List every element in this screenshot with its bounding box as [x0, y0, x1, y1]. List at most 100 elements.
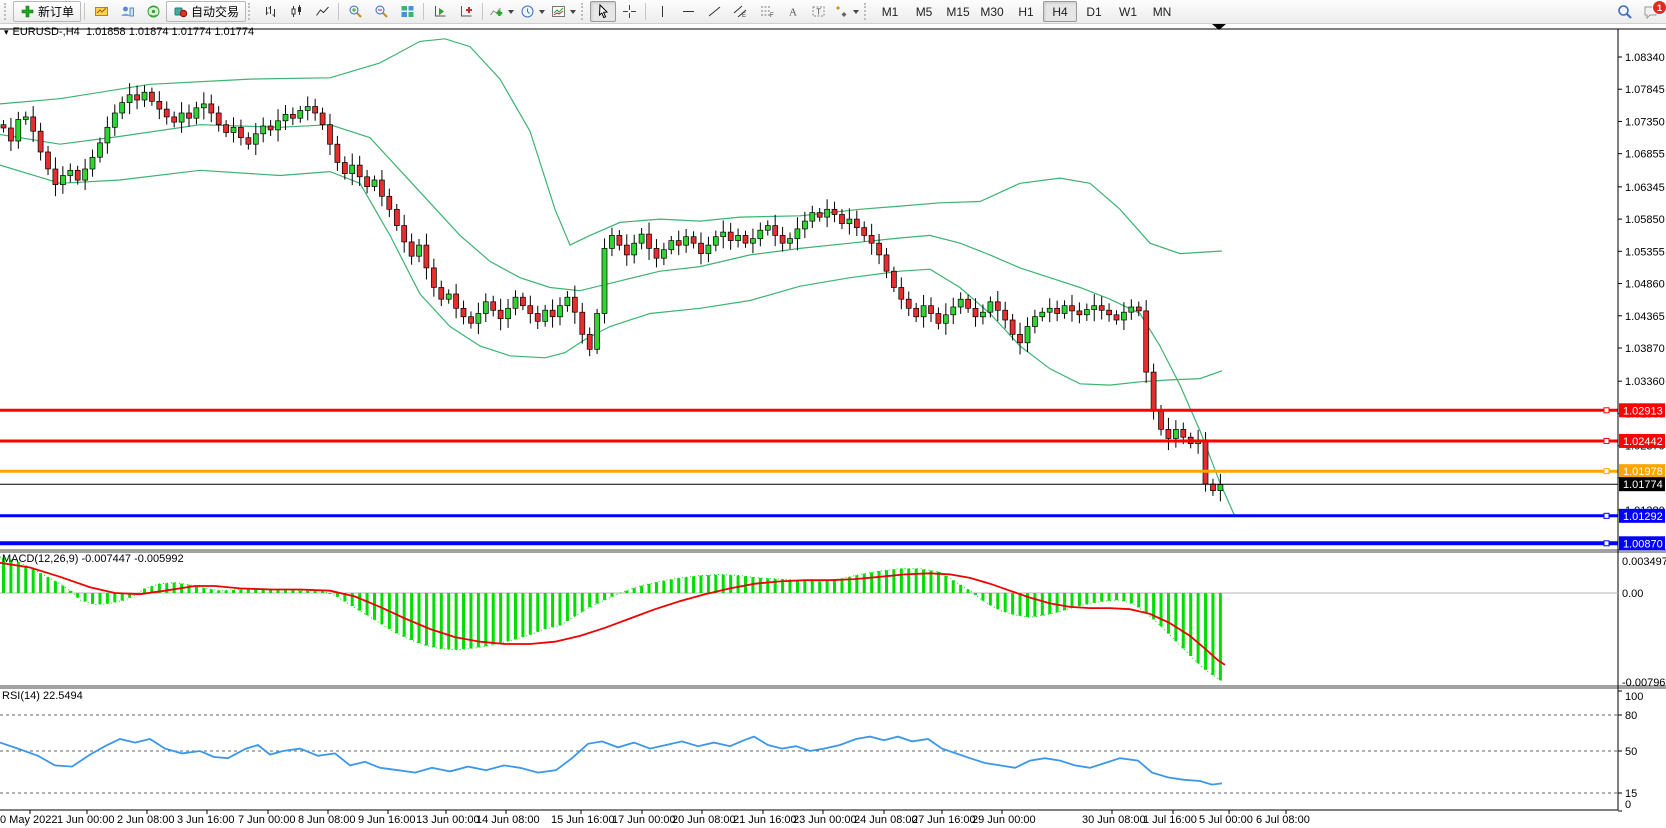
horizontal-line-button[interactable]: [675, 1, 701, 22]
chart-shift-button[interactable]: [453, 1, 479, 22]
dropdown-caret-icon: [570, 10, 576, 14]
svg-text:23 Jun 00:00: 23 Jun 00:00: [793, 814, 857, 826]
mt4-window: { "toolbar":{ "new_order_label":"新订单", "…: [0, 0, 1666, 828]
svg-text:20 Jun 08:00: 20 Jun 08:00: [672, 814, 736, 826]
new-order-button[interactable]: 新订单: [13, 1, 81, 22]
fibonacci-button[interactable]: F: [753, 1, 779, 22]
vertical-line-icon: [655, 4, 670, 19]
toolbar-grip[interactable]: [864, 3, 869, 20]
timeframe-button-h1[interactable]: H1: [1009, 1, 1043, 22]
crosshair-icon: [622, 4, 637, 19]
auto-scroll-button[interactable]: [427, 1, 453, 22]
indicators-button[interactable]: [486, 1, 517, 22]
templates-button[interactable]: [548, 1, 579, 22]
svg-text:80: 80: [1625, 710, 1637, 722]
svg-text:50: 50: [1625, 746, 1637, 758]
svg-text:27 Jun 16:00: 27 Jun 16:00: [912, 814, 976, 826]
navigator-button[interactable]: [140, 1, 166, 22]
svg-text:1.02913: 1.02913: [1623, 405, 1663, 417]
time-axis[interactable]: 0 May 20221 Jun 00:002 Jun 08:003 Jun 16…: [0, 810, 1310, 826]
svg-text:24 Jun 08:00: 24 Jun 08:00: [854, 814, 918, 826]
new-order-button-label: 新订单: [38, 3, 74, 20]
dropdown-caret-icon: [539, 10, 545, 14]
timeframe-button-mn[interactable]: MN: [1145, 1, 1179, 22]
trendline-button[interactable]: [701, 1, 727, 22]
toolbar-grip[interactable]: [4, 3, 9, 20]
navigator-icon: [146, 4, 161, 19]
search-button[interactable]: [1612, 1, 1638, 22]
horizontal-level-lines[interactable]: [0, 408, 1618, 546]
line-chart-button[interactable]: [309, 1, 335, 22]
timeframe-button-d1[interactable]: D1: [1077, 1, 1111, 22]
clock-icon: [520, 4, 535, 19]
timeframe-button-m5[interactable]: M5: [907, 1, 941, 22]
label-icon: T: [811, 4, 826, 19]
channel-icon: E: [733, 4, 748, 19]
toolbar-separator: [84, 3, 85, 20]
price-axis[interactable]: 1.083401.078451.073501.068551.063451.058…: [1618, 52, 1666, 811]
candle-chart-button[interactable]: [283, 1, 309, 22]
periods-button[interactable]: [517, 1, 548, 22]
new-chart-button[interactable]: [88, 1, 114, 22]
svg-text:F: F: [770, 13, 774, 19]
rsi-pane: [0, 715, 1618, 793]
indicators-icon: [489, 4, 504, 19]
price-tags: 1.029131.024421.019781.012921.008701.017…: [1619, 403, 1665, 550]
svg-text:17 Jun 00:00: 17 Jun 00:00: [612, 814, 676, 826]
svg-text:7 Jun 00:00: 7 Jun 00:00: [238, 814, 296, 826]
chart-shift-icon: [459, 4, 474, 19]
svg-text:1.01774: 1.01774: [1623, 479, 1663, 491]
zoom-out-button[interactable]: [368, 1, 394, 22]
cursor-button[interactable]: [590, 1, 616, 22]
bar-chart-icon: [263, 4, 278, 19]
auto-scroll-icon: [433, 4, 448, 19]
cursor-icon: [596, 4, 611, 19]
text-button[interactable]: A: [779, 1, 805, 22]
svg-text:0.003497: 0.003497: [1622, 556, 1666, 568]
main-toolbar: 新订单 自动交易 E FA T M1M5M15M30H1H4D1W1MN 1: [0, 0, 1666, 24]
svg-text:9 Jun 16:00: 9 Jun 16:00: [358, 814, 416, 826]
toolbar-grip[interactable]: [248, 3, 253, 20]
candlesticks: [1, 83, 1223, 501]
svg-text:0.00: 0.00: [1622, 588, 1643, 600]
channel-button[interactable]: E: [727, 1, 753, 22]
zoom-in-icon: [348, 4, 363, 19]
svg-text:14 Jun 08:00: 14 Jun 08:00: [476, 814, 540, 826]
svg-text:-0.007969: -0.007969: [1622, 677, 1666, 689]
zoom-in-button[interactable]: [342, 1, 368, 22]
timeframe-button-h4[interactable]: H4: [1043, 1, 1077, 22]
svg-text:1.04860: 1.04860: [1625, 279, 1665, 291]
tile-windows-icon: [400, 4, 415, 19]
svg-text:T: T: [816, 8, 821, 17]
autotrading-button[interactable]: 自动交易: [166, 1, 246, 22]
svg-text:6 Jul 08:00: 6 Jul 08:00: [1256, 814, 1310, 826]
bar-chart-button[interactable]: [257, 1, 283, 22]
toolbar-separator: [645, 3, 646, 20]
new-order-icon: [20, 4, 35, 19]
notification-badge: 1: [1652, 0, 1666, 15]
notifications-button[interactable]: 1: [1638, 1, 1664, 22]
price-chart-area[interactable]: 1.083401.078451.073501.068551.063451.058…: [0, 23, 1666, 828]
profiles-icon: [120, 4, 135, 19]
svg-text:1.07350: 1.07350: [1625, 116, 1665, 128]
profiles-button[interactable]: [114, 1, 140, 22]
svg-text:1.07845: 1.07845: [1625, 84, 1665, 96]
timeframe-button-m15[interactable]: M15: [941, 1, 975, 22]
toolbar-separator: [482, 3, 483, 20]
toolbar-grip[interactable]: [581, 3, 586, 20]
toolbar-separator: [338, 3, 339, 20]
tile-windows-button[interactable]: [394, 1, 420, 22]
label-button[interactable]: T: [805, 1, 831, 22]
arrows-button[interactable]: [831, 1, 862, 22]
crosshair-button[interactable]: [616, 1, 642, 22]
arrows-icon: [834, 4, 849, 19]
svg-text:15 Jun 16:00: 15 Jun 16:00: [551, 814, 615, 826]
timeframe-button-m30[interactable]: M30: [975, 1, 1009, 22]
vertical-line-button[interactable]: [649, 1, 675, 22]
svg-text:8 Jun 08:00: 8 Jun 08:00: [298, 814, 356, 826]
timeframe-button-m1[interactable]: M1: [873, 1, 907, 22]
svg-text:0 May 2022: 0 May 2022: [0, 814, 57, 826]
toolbar-separator: [423, 3, 424, 20]
svg-text:1.08340: 1.08340: [1625, 52, 1665, 64]
timeframe-button-w1[interactable]: W1: [1111, 1, 1145, 22]
